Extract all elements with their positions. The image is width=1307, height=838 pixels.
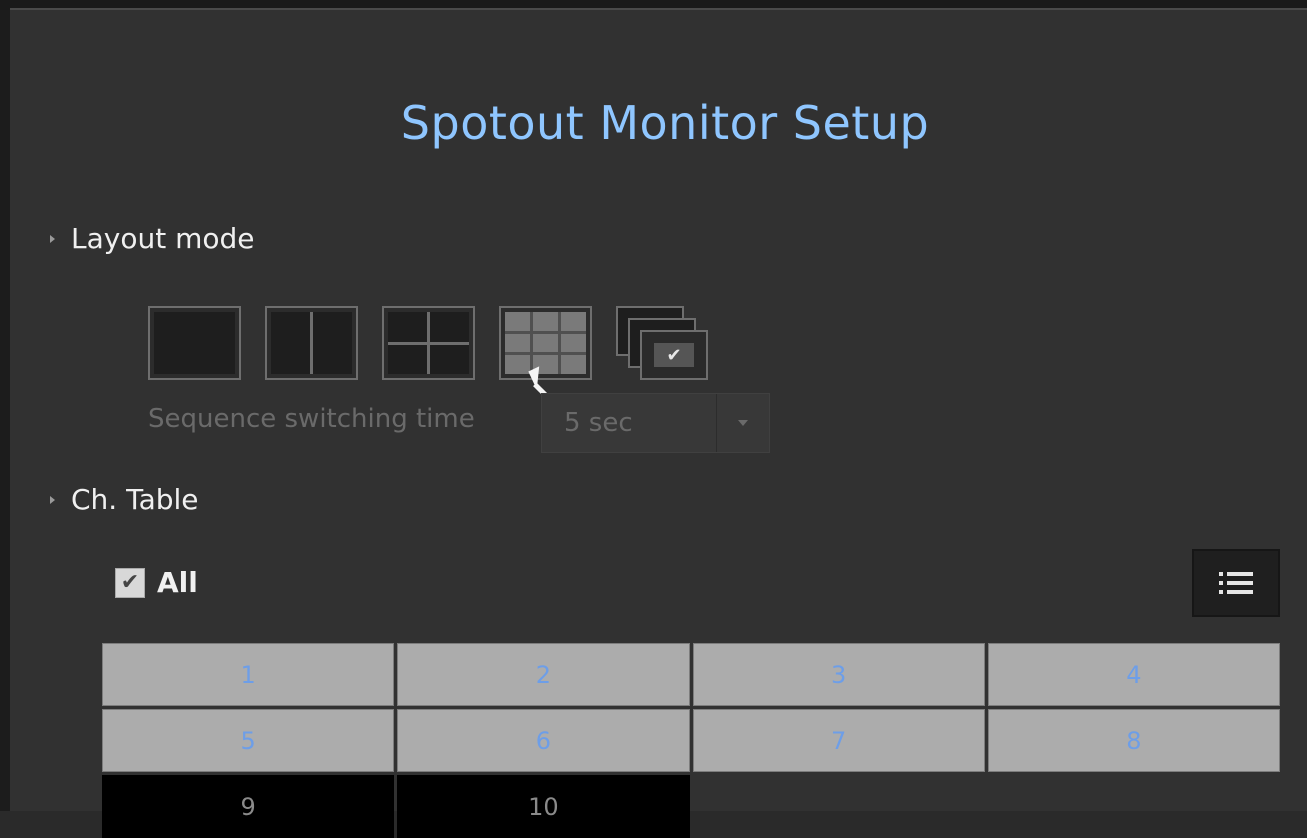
channel-cell[interactable]: 1 bbox=[102, 643, 395, 706]
layout-1-button[interactable] bbox=[148, 306, 241, 380]
all-checkbox[interactable]: ✔ bbox=[115, 567, 145, 598]
channel-cell[interactable]: 6 bbox=[397, 709, 690, 772]
sequence-time-select[interactable]: 5 sec bbox=[541, 393, 770, 453]
spotout-setup-panel: Spotout Monitor Setup Layout mode ✔ Sequ… bbox=[0, 0, 1307, 838]
split-2-icon bbox=[271, 312, 352, 374]
top-divider bbox=[10, 8, 1307, 10]
ch-table-header: Ch. Table bbox=[50, 483, 199, 516]
chevron-down-icon bbox=[738, 420, 748, 426]
all-label: All bbox=[157, 566, 198, 599]
select-all-row: ✔ All bbox=[115, 566, 198, 599]
empty-cell bbox=[988, 775, 1280, 838]
layout-4-button[interactable] bbox=[382, 306, 475, 380]
sequence-button[interactable]: ✔ bbox=[616, 306, 712, 384]
dropdown-arrow[interactable] bbox=[716, 394, 769, 452]
split-9-icon bbox=[505, 312, 586, 374]
section-arrow-icon bbox=[50, 495, 55, 504]
layout-mode-buttons: ✔ bbox=[148, 306, 712, 384]
layout-mode-label: Layout mode bbox=[71, 222, 255, 255]
channel-table: 1 2 3 4 5 6 7 8 9 10 bbox=[102, 643, 1280, 838]
page-title: Spotout Monitor Setup bbox=[400, 96, 930, 150]
channel-cell[interactable]: 5 bbox=[102, 709, 395, 772]
sequence-switching-label: Sequence switching time bbox=[148, 404, 475, 434]
section-arrow-icon bbox=[50, 234, 55, 243]
list-icon bbox=[1219, 572, 1253, 594]
channel-cell[interactable]: 10 bbox=[397, 775, 690, 838]
channel-cell[interactable]: 8 bbox=[987, 709, 1280, 772]
layout-mode-header: Layout mode bbox=[50, 222, 255, 255]
list-view-button[interactable] bbox=[1192, 549, 1280, 617]
channel-cell[interactable]: 7 bbox=[692, 709, 985, 772]
channel-cell[interactable]: 4 bbox=[987, 643, 1280, 706]
channel-cell[interactable]: 2 bbox=[397, 643, 690, 706]
channel-cell[interactable]: 9 bbox=[102, 775, 395, 838]
layout-9-button[interactable] bbox=[499, 306, 592, 380]
layout-2-button[interactable] bbox=[265, 306, 358, 380]
sequence-time-value: 5 sec bbox=[564, 408, 633, 438]
single-screen-icon bbox=[154, 312, 235, 374]
split-4-icon bbox=[388, 312, 469, 374]
empty-cell bbox=[693, 775, 985, 838]
sequence-check-icon: ✔ bbox=[654, 343, 694, 367]
ch-table-label: Ch. Table bbox=[71, 483, 199, 516]
channel-cell[interactable]: 3 bbox=[692, 643, 985, 706]
